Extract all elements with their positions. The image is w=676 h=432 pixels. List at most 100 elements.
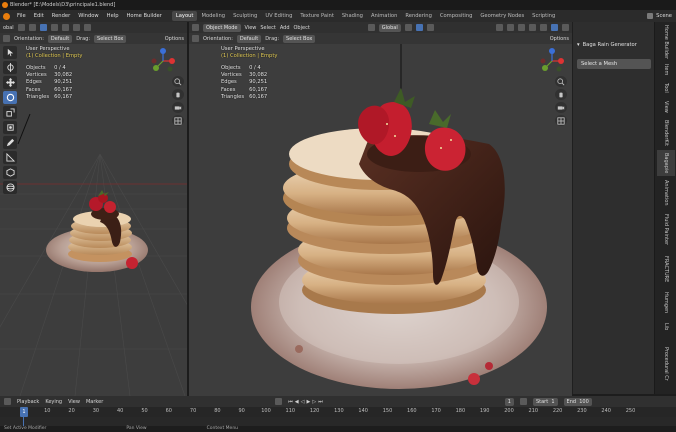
- menu-help[interactable]: Help: [103, 13, 123, 19]
- proportional-edit-icon[interactable]: [426, 24, 434, 31]
- scene-selector[interactable]: Scene: [647, 13, 676, 19]
- shading-solid-icon[interactable]: [61, 24, 69, 31]
- menu-add[interactable]: Add: [280, 25, 290, 31]
- select-tool-button[interactable]: [3, 46, 17, 59]
- orientation-dropdown[interactable]: Default: [47, 34, 73, 43]
- menu-home-builder[interactable]: Home Builder: [123, 13, 166, 19]
- editor-type-icon[interactable]: [192, 24, 199, 31]
- menu-view[interactable]: View: [68, 399, 80, 405]
- tab-texture-paint[interactable]: Texture Paint: [296, 11, 337, 21]
- xray-icon[interactable]: [529, 24, 536, 31]
- tool-settings-icon[interactable]: [3, 35, 10, 42]
- rotate-tool-button[interactable]: [3, 91, 17, 104]
- select-mesh-button[interactable]: Select a Mesh: [577, 59, 651, 69]
- sidebar-tab-lib[interactable]: Lib: [657, 320, 675, 334]
- sidebar-tab-home-builder[interactable]: Home Builder: [657, 24, 675, 60]
- tab-modeling[interactable]: Modeling: [197, 11, 229, 21]
- sidebar-tab-blenderkit[interactable]: BlenderKit: [657, 118, 675, 148]
- start-frame-field[interactable]: Start 1: [532, 397, 558, 406]
- camera-view-button[interactable]: [172, 102, 184, 113]
- sidebar-tab-view[interactable]: View: [657, 98, 675, 116]
- scale-tool-button[interactable]: [3, 106, 17, 119]
- timeline-ruler[interactable]: 1 10 20 30 40 50 60 70 80 90 100 110 120 130 140 150 16…: [0, 407, 676, 417]
- shading-solid-icon[interactable]: [540, 24, 547, 31]
- tab-sculpting[interactable]: Sculpting: [229, 11, 261, 21]
- tab-uv-editing[interactable]: UV Editing: [261, 11, 296, 21]
- next-key-icon[interactable]: ▷: [312, 399, 316, 405]
- record-icon[interactable]: [275, 398, 283, 405]
- transform-space-label[interactable]: obal: [3, 25, 14, 31]
- tab-geometry-nodes[interactable]: Geometry Nodes: [476, 11, 528, 21]
- end-frame-field[interactable]: End 100: [563, 397, 592, 406]
- clock-icon[interactable]: [519, 398, 527, 405]
- sidebar-tab-procedural[interactable]: Procedural Cr: [657, 336, 675, 392]
- menu-window[interactable]: Window: [74, 13, 102, 19]
- editor-type-icon[interactable]: [4, 398, 11, 405]
- menu-edit[interactable]: Edit: [30, 13, 48, 19]
- timeline-body[interactable]: [0, 417, 676, 426]
- drag-dropdown[interactable]: Select Box: [94, 34, 127, 43]
- sidebar-tab-tool[interactable]: Tool: [657, 80, 675, 96]
- shading-rendered-icon[interactable]: [83, 24, 91, 31]
- tab-animation[interactable]: Animation: [367, 11, 401, 21]
- add-cube-tool-button[interactable]: [3, 166, 17, 179]
- sidebar-tab-bagapie[interactable]: Bagapie: [657, 150, 675, 176]
- prev-key-icon[interactable]: ◀: [295, 399, 299, 405]
- pan-button[interactable]: [172, 89, 184, 100]
- transform-tool-button[interactable]: [3, 121, 17, 134]
- cursor-tool-button[interactable]: [3, 61, 17, 74]
- blender-menu-icon[interactable]: [0, 12, 13, 20]
- addon-panel-header[interactable]: ▾ Baga Rain Generator: [577, 42, 637, 48]
- zoom-button[interactable]: [172, 76, 184, 87]
- move-tool-button[interactable]: [3, 76, 17, 89]
- visibility-icon[interactable]: [496, 24, 503, 31]
- snap-icon[interactable]: [17, 24, 25, 31]
- right-viewport-canvas[interactable]: User Perspective (1) Collection | Empty …: [189, 44, 572, 396]
- camera-view-button[interactable]: [555, 102, 567, 113]
- sidebar-tab-humgen[interactable]: Humgen: [657, 288, 675, 318]
- proportional-edit-icon[interactable]: [28, 24, 36, 31]
- menu-file[interactable]: File: [13, 13, 30, 19]
- sidebar-tab-fracture[interactable]: FRACTURE: [657, 252, 675, 286]
- jump-end-icon[interactable]: ⏭: [318, 399, 323, 405]
- measure-tool-button[interactable]: [3, 151, 17, 164]
- menu-object[interactable]: Object: [294, 25, 310, 31]
- annotate-tool-button[interactable]: [3, 136, 17, 149]
- sidebar-tab-animation[interactable]: Animation: [657, 178, 675, 208]
- sidebar-tab-item[interactable]: Item: [657, 62, 675, 78]
- transform-space-dropdown[interactable]: Global: [378, 23, 401, 32]
- overlay-icon[interactable]: [50, 24, 58, 31]
- left-3d-viewport[interactable]: obal Orientation: Default Drag: Select B…: [0, 22, 187, 396]
- magnet-icon[interactable]: [415, 24, 423, 31]
- playhead[interactable]: 1: [20, 407, 28, 417]
- menu-view[interactable]: View: [245, 25, 257, 31]
- tool-settings-icon[interactable]: [192, 35, 199, 42]
- mode-dropdown[interactable]: Object Mode: [203, 23, 241, 32]
- shading-material-icon[interactable]: [72, 24, 80, 31]
- sphere-tool-button[interactable]: [3, 181, 17, 194]
- sidebar-tab-fluid-painter[interactable]: Fluid Painter: [657, 210, 675, 250]
- magnet-icon[interactable]: [39, 24, 47, 31]
- jump-start-icon[interactable]: ⏮: [288, 399, 293, 405]
- gizmo-icon[interactable]: [507, 24, 514, 31]
- tab-layout[interactable]: Layout: [171, 11, 198, 21]
- tab-rendering[interactable]: Rendering: [401, 11, 436, 21]
- transform-pivot-icon[interactable]: [367, 24, 375, 31]
- menu-keying[interactable]: Keying: [45, 399, 62, 405]
- snap-icon[interactable]: [404, 24, 412, 31]
- drag-dropdown[interactable]: Select Box: [283, 34, 316, 43]
- overlay-icon[interactable]: [518, 24, 525, 31]
- shading-rendered-icon[interactable]: [562, 24, 569, 31]
- navigation-gizmo[interactable]: [539, 48, 565, 74]
- zoom-button[interactable]: [555, 76, 567, 87]
- tab-scripting[interactable]: Scripting: [528, 11, 559, 21]
- pan-button[interactable]: [555, 89, 567, 100]
- current-frame-field[interactable]: 1: [504, 397, 514, 406]
- options-button[interactable]: Options: [165, 36, 184, 42]
- tab-shading[interactable]: Shading: [338, 11, 367, 21]
- play-icon[interactable]: ▶: [307, 399, 311, 405]
- tab-compositing[interactable]: Compositing: [436, 11, 477, 21]
- orientation-dropdown[interactable]: Default: [236, 34, 262, 43]
- perspective-toggle-button[interactable]: [172, 115, 184, 126]
- navigation-gizmo[interactable]: [150, 48, 176, 74]
